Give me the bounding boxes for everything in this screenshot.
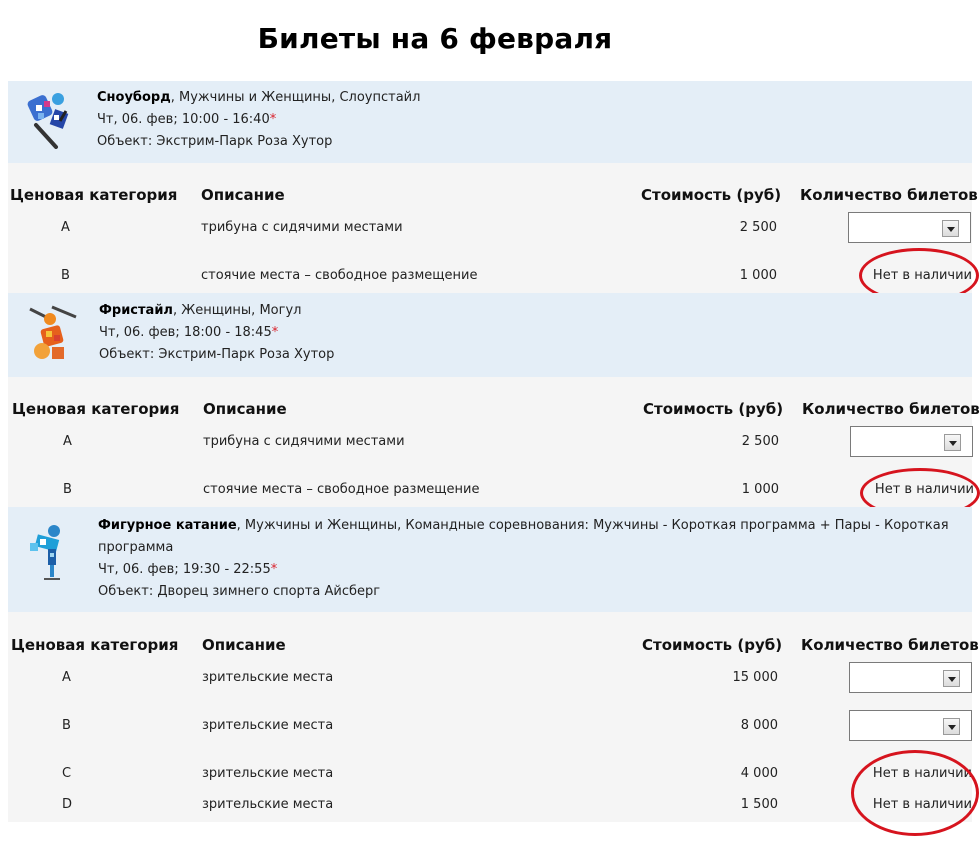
quantity-select[interactable] [849, 710, 972, 741]
ticket-description: зрительские места [202, 797, 334, 812]
event-time: Чт, 06. фев; 19:30 - 22:55 [98, 562, 271, 577]
annotation-circle [851, 750, 979, 836]
ticket-category: B [63, 482, 72, 497]
event-details: , Мужчины и Женщины, Слоупстайл [170, 90, 421, 105]
event-info: Фигурное катание, Мужчины и Женщины, Ком… [98, 515, 952, 603]
ticket-price: 1 000 [741, 482, 779, 497]
ticket-description: стоячие места – свободное размещение [201, 268, 478, 283]
ticket-category: A [63, 434, 72, 449]
quantity-select[interactable] [850, 426, 973, 457]
chevron-down-icon[interactable] [943, 670, 960, 687]
event-time: Чт, 06. фев; 10:00 - 16:40 [97, 112, 270, 127]
event-info: Фристайл, Женщины, Могул Чт, 06. фев; 18… [99, 300, 952, 366]
chevron-down-icon[interactable] [942, 220, 959, 237]
required-mark: * [271, 325, 279, 340]
event-sport: Сноуборд [97, 90, 171, 105]
ticket-price: 4 000 [740, 766, 778, 781]
ticket-description: трибуна с сидячими местами [203, 434, 405, 449]
ticket-category: B [61, 268, 70, 283]
ticket-category: B [62, 718, 71, 733]
header-quantity: Количество билетов [800, 186, 978, 204]
ticket-price: 8 000 [740, 718, 778, 733]
header-description: Описание [203, 400, 287, 418]
header-price: Стоимость (руб) [642, 636, 783, 654]
chevron-down-icon[interactable] [943, 718, 960, 735]
ticket-price: 1 500 [740, 797, 778, 812]
ticket-category: D [62, 797, 73, 812]
header-category: Ценовая категория [10, 186, 178, 204]
header-quantity: Количество билетов [801, 636, 979, 654]
ticket-table-freestyle: Ценовая категория Описание Стоимость (ру… [8, 377, 980, 507]
ticket-price: 15 000 [732, 670, 779, 685]
ticket-description: зрительские места [202, 718, 334, 733]
ticket-category: C [62, 766, 72, 781]
ticket-category: A [62, 670, 71, 685]
quantity-select[interactable] [849, 662, 972, 693]
header-price: Стоимость (руб) [641, 186, 782, 204]
page-title: Билеты на 6 февраля [257, 22, 613, 55]
ticket-table-figure-skating: Ценовая категория Описание Стоимость (ру… [8, 612, 979, 822]
ticket-description: стоячие места – свободное размещение [203, 482, 480, 497]
event-venue: Объект: Дворец зимнего спорта Айсберг [98, 584, 381, 599]
ticket-price: 2 500 [741, 434, 779, 449]
quantity-select[interactable] [848, 212, 971, 243]
event-sport: Фристайл [99, 303, 173, 318]
header-description: Описание [202, 636, 286, 654]
event-header-snowboard: Сноуборд, Мужчины и Женщины, Слоупстайл … [8, 81, 972, 163]
header-category: Ценовая категория [11, 636, 179, 654]
required-mark: * [270, 562, 278, 577]
header-quantity: Количество билетов [802, 400, 980, 418]
event-sport: Фигурное катание [98, 518, 237, 533]
event-header-freestyle: Фристайл, Женщины, Могул Чт, 06. фев; 18… [8, 293, 972, 377]
ticket-category: A [61, 220, 70, 235]
header-category: Ценовая категория [12, 400, 180, 418]
event-details: , Женщины, Могул [172, 303, 302, 318]
ticket-price: 1 000 [739, 268, 777, 283]
event-venue: Объект: Экстрим-Парк Роза Хутор [97, 134, 333, 149]
chevron-down-icon[interactable] [944, 434, 961, 451]
figure-skating-icon [28, 523, 68, 585]
ticket-description: зрительские места [202, 766, 334, 781]
freestyle-icon [28, 305, 78, 367]
event-info: Сноуборд, Мужчины и Женщины, Слоупстайл … [97, 87, 952, 153]
event-header-figure-skating: Фигурное катание, Мужчины и Женщины, Ком… [8, 507, 972, 612]
required-mark: * [269, 112, 277, 127]
header-description: Описание [201, 186, 285, 204]
event-time: Чт, 06. фев; 18:00 - 18:45 [99, 325, 272, 340]
header-price: Стоимость (руб) [643, 400, 784, 418]
ticket-description: трибуна с сидячими местами [201, 220, 403, 235]
snowboard-icon [26, 91, 72, 153]
ticket-table-snowboard: Ценовая категория Описание Стоимость (ру… [8, 163, 978, 293]
ticket-description: зрительские места [202, 670, 334, 685]
event-venue: Объект: Экстрим-Парк Роза Хутор [99, 347, 335, 362]
ticket-price: 2 500 [739, 220, 777, 235]
